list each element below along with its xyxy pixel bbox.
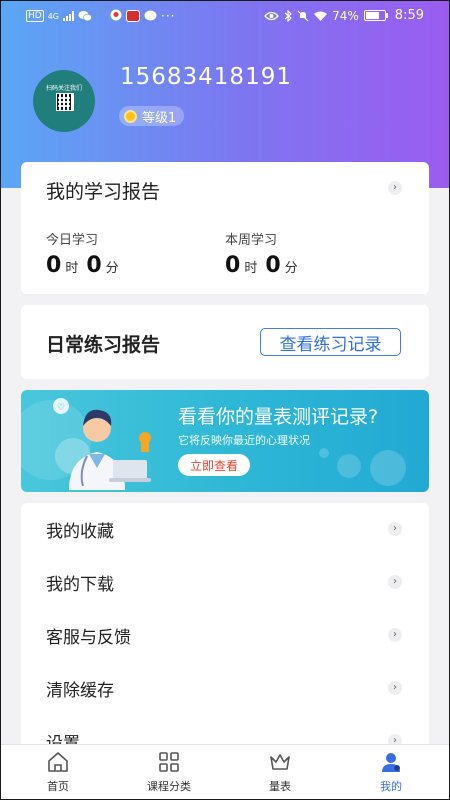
today-study-label: 今日学习 bbox=[46, 233, 99, 248]
assessment-banner[interactable]: ♡ 看看你的量表测评记录? 它将反映你最近的心理状况 立即查看 bbox=[21, 390, 429, 492]
banner-subtitle: 它将反映你最近的心理状况 bbox=[178, 434, 310, 447]
menu-item-label: 清除缓存 bbox=[46, 681, 114, 701]
chevron-right-icon: › bbox=[388, 681, 402, 695]
chevron-right-icon: › bbox=[388, 575, 402, 589]
wifi-icon bbox=[314, 11, 328, 21]
banner-decoration bbox=[319, 448, 329, 458]
tab-home[interactable]: 首页 bbox=[13, 745, 103, 801]
view-now-button[interactable]: 立即查看 bbox=[178, 454, 250, 476]
tab-scales[interactable]: 量表 bbox=[235, 745, 325, 801]
home-icon bbox=[48, 752, 68, 772]
doctor-illustration: ♡ bbox=[53, 398, 151, 490]
practice-report-card: 日常练习报告 查看练习记录 bbox=[21, 305, 429, 379]
eye-icon bbox=[264, 11, 280, 20]
banner-decoration bbox=[337, 454, 361, 478]
menu-item-label: 客服与反馈 bbox=[46, 628, 131, 648]
week-study-value: 0 时 0 分 bbox=[225, 253, 302, 278]
menu-item-favorites[interactable]: 我的收藏 › bbox=[21, 503, 429, 556]
menu-list: 我的收藏 › 我的下载 › 客服与反馈 › 清除缓存 › 设置 › bbox=[21, 503, 429, 763]
study-report-card[interactable]: 我的学习报告 › 今日学习 0 时 0 分 本周学习 0 时 0 分 bbox=[21, 162, 429, 294]
menu-item-label: 我的下载 bbox=[46, 575, 114, 595]
network-label: HD bbox=[26, 10, 44, 22]
clock: 8:59 bbox=[394, 8, 424, 23]
minute-unit: 分 bbox=[284, 261, 298, 276]
today-study-value: 0 时 0 分 bbox=[46, 253, 123, 278]
tab-label: 课程分类 bbox=[147, 780, 191, 793]
user-phone: 15683418191 bbox=[120, 64, 292, 90]
wechat-icon bbox=[78, 11, 92, 22]
avatar[interactable]: 扫码关注我们 bbox=[33, 70, 95, 132]
tab-me[interactable]: 我的 bbox=[346, 745, 436, 801]
menu-item-support-feedback[interactable]: 客服与反馈 › bbox=[21, 609, 429, 662]
chevron-right-icon: › bbox=[388, 522, 402, 536]
network-type-label: 4G bbox=[47, 11, 59, 21]
menu-item-downloads[interactable]: 我的下载 › bbox=[21, 556, 429, 609]
battery-percent: 74% bbox=[332, 8, 359, 23]
hour-unit: 时 bbox=[244, 261, 258, 276]
coin-icon bbox=[124, 109, 137, 123]
category-icon bbox=[159, 752, 179, 772]
tab-label: 我的 bbox=[380, 780, 402, 793]
today-minutes: 0 bbox=[86, 253, 102, 278]
user-icon bbox=[382, 753, 400, 772]
svg-text:♡: ♡ bbox=[57, 403, 65, 413]
minute-unit: 分 bbox=[105, 261, 119, 276]
today-hours: 0 bbox=[46, 253, 62, 278]
practice-report-title: 日常练习报告 bbox=[46, 334, 161, 356]
tab-label: 首页 bbox=[47, 780, 69, 793]
week-minutes: 0 bbox=[265, 253, 281, 278]
banner-decoration bbox=[370, 450, 406, 486]
hour-unit: 时 bbox=[65, 261, 79, 276]
view-practice-records-button[interactable]: 查看练习记录 bbox=[260, 328, 401, 356]
more-icon: ··· bbox=[161, 9, 176, 23]
signal-icon bbox=[63, 11, 74, 21]
tab-label: 量表 bbox=[269, 780, 291, 793]
level-badge[interactable]: 等级1 bbox=[119, 106, 185, 126]
qr-code-pattern bbox=[58, 95, 70, 107]
chevron-right-icon: › bbox=[388, 628, 402, 642]
tab-course-categories[interactable]: 课程分类 bbox=[124, 745, 214, 801]
message-icon bbox=[144, 10, 157, 21]
avatar-text: 扫码关注我们 bbox=[45, 85, 82, 92]
chevron-right-icon[interactable]: › bbox=[388, 181, 402, 195]
crown-icon bbox=[270, 754, 290, 770]
bottom-tab-bar: 首页 课程分类 量表 我的 bbox=[0, 744, 450, 801]
week-hours: 0 bbox=[225, 253, 241, 278]
menu-item-label: 我的收藏 bbox=[46, 522, 114, 542]
mute-icon bbox=[297, 10, 309, 21]
banner-title: 看看你的量表测评记录? bbox=[178, 406, 379, 428]
week-study-label: 本周学习 bbox=[225, 233, 278, 248]
maps-icon bbox=[110, 9, 122, 21]
status-bar: HD 4G ··· 74% 8:59 bbox=[0, 0, 450, 32]
level-label: 等级1 bbox=[142, 110, 177, 126]
study-report-title: 我的学习报告 bbox=[46, 181, 161, 203]
menu-item-clear-cache[interactable]: 清除缓存 › bbox=[21, 662, 429, 715]
bluetooth-icon bbox=[284, 9, 293, 22]
news-icon bbox=[126, 10, 140, 22]
battery-icon bbox=[363, 10, 388, 21]
